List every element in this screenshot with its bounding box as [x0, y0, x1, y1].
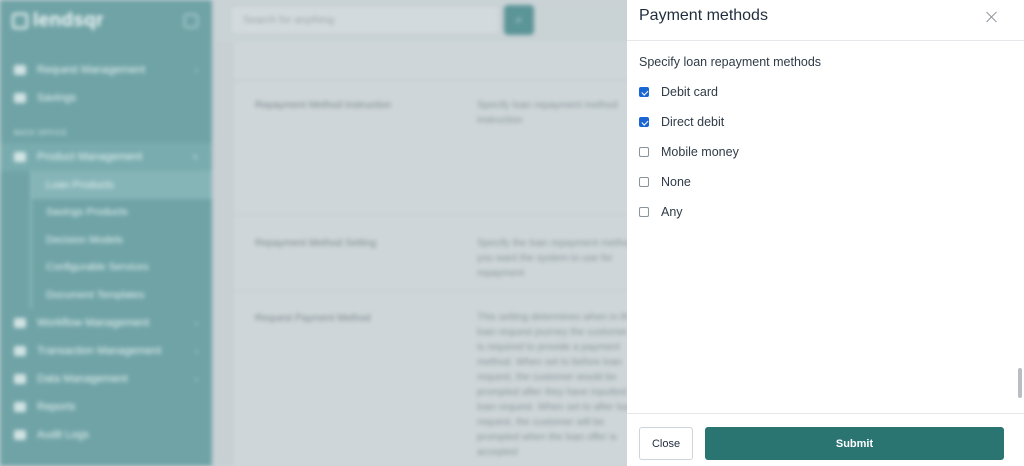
none-checkbox[interactable] — [639, 177, 649, 187]
option-label: None — [661, 175, 691, 189]
audit-icon — [14, 429, 26, 440]
panel-header: Payment methods — [627, 0, 1024, 41]
footer-divider — [627, 413, 1024, 414]
debit-card-checkbox[interactable] — [639, 87, 649, 97]
payment-methods-panel: Payment methods Specify loan repayment m… — [627, 0, 1024, 466]
any-checkbox[interactable] — [639, 207, 649, 217]
piggy-bank-icon — [14, 93, 26, 103]
logo: lendsqr — [12, 10, 104, 32]
section-label-back-office: BACK OFFICE — [14, 130, 68, 137]
direct-debit-checkbox[interactable] — [639, 117, 649, 127]
product-management-submenu: Loan Products Savings Products Decision … — [30, 171, 212, 309]
option-label: Debit card — [661, 85, 718, 99]
submit-button[interactable]: Submit — [705, 427, 1004, 460]
setting-label: Request Payment Method — [255, 313, 371, 324]
panel-title: Payment methods — [639, 7, 768, 24]
option-label: Mobile money — [661, 145, 739, 159]
sidebar-subitem-configurable-services[interactable]: Configurable Services — [32, 254, 212, 282]
sidebar-item-savings[interactable]: Savings — [0, 84, 212, 112]
setting-description: Specify the loan repayment method you wa… — [477, 238, 635, 279]
chevron-up-icon: ˄ — [192, 152, 198, 162]
sidebar-item-data-management[interactable]: Data Management › — [0, 365, 212, 393]
option-none[interactable]: None — [639, 174, 691, 190]
sidebar-item-transaction-management[interactable]: Transaction Management › — [0, 337, 212, 365]
sidebar-item-label: Transaction Management — [37, 344, 162, 357]
scrollbar-thumb[interactable] — [1018, 368, 1022, 398]
report-icon — [14, 401, 26, 412]
chevron-right-icon: › — [195, 65, 198, 75]
option-direct-debit[interactable]: Direct debit — [639, 114, 724, 130]
close-icon[interactable] — [983, 8, 1001, 26]
sidebar-item-audit-logs[interactable]: Audit Logs — [0, 421, 212, 449]
sidebar-item-label: Audit Logs — [37, 428, 89, 441]
chevron-right-icon: › — [195, 317, 198, 328]
sidebar-item-workflow-management[interactable]: Workflow Management › — [0, 309, 212, 337]
transaction-icon — [14, 345, 26, 356]
chevron-right-icon: › — [195, 373, 198, 384]
setting-description: Specify loan repayment method instructio… — [477, 100, 618, 126]
box-icon — [14, 152, 26, 162]
option-label: Direct debit — [661, 115, 725, 129]
panel-scrollbar[interactable] — [1017, 0, 1024, 466]
panel-subtitle: Specify loan repayment methods — [639, 55, 822, 69]
chart-icon — [14, 65, 26, 75]
workflow-icon — [14, 317, 26, 328]
sidebar: lendsqr Request Management › Savings BAC… — [0, 0, 212, 466]
sidebar-item-label: Request Management — [37, 64, 146, 76]
chevron-right-icon: › — [195, 345, 198, 356]
option-any[interactable]: Any — [639, 204, 683, 220]
logo-text: lendsqr — [33, 10, 104, 31]
sidebar-item-request-management[interactable]: Request Management › — [0, 56, 212, 84]
data-icon — [14, 373, 26, 384]
option-label: Any — [661, 205, 683, 219]
sidebar-subitem-savings-products[interactable]: Savings Products — [32, 199, 212, 227]
logo-row: lendsqr — [0, 0, 212, 42]
sidebar-item-label: Reports — [37, 400, 76, 413]
option-mobile-money[interactable]: Mobile money — [639, 144, 739, 160]
sidebar-item-label: Workflow Management — [37, 316, 150, 329]
sidebar-item-reports[interactable]: Reports — [0, 393, 212, 421]
sidebar-item-label: Data Management — [37, 372, 128, 385]
sidebar-collapse-icon[interactable] — [184, 14, 198, 28]
sidebar-subitem-loan-products[interactable]: Loan Products — [32, 171, 212, 199]
setting-description: This setting determines when in the loan… — [477, 312, 636, 458]
sidebar-subitem-decision-models[interactable]: Decision Models — [32, 226, 212, 254]
sidebar-item-label: Product Management — [37, 151, 143, 163]
search-input[interactable]: Search for anything — [230, 5, 500, 35]
setting-label: Repayment Method Instruction — [255, 100, 392, 111]
close-button[interactable]: Close — [639, 427, 693, 460]
sidebar-item-product-management[interactable]: Product Management ˄ — [0, 143, 212, 171]
search-icon: ⌕ — [515, 14, 523, 26]
sidebar-item-label: Savings — [37, 92, 77, 104]
logo-mark-icon — [12, 13, 28, 29]
option-debit-card[interactable]: Debit card — [639, 84, 718, 100]
sidebar-subitem-document-templates[interactable]: Document Templates — [32, 281, 212, 309]
mobile-money-checkbox[interactable] — [639, 147, 649, 157]
search-button[interactable]: ⌕ — [504, 5, 534, 35]
setting-label: Repayment Method Setting — [255, 238, 377, 249]
